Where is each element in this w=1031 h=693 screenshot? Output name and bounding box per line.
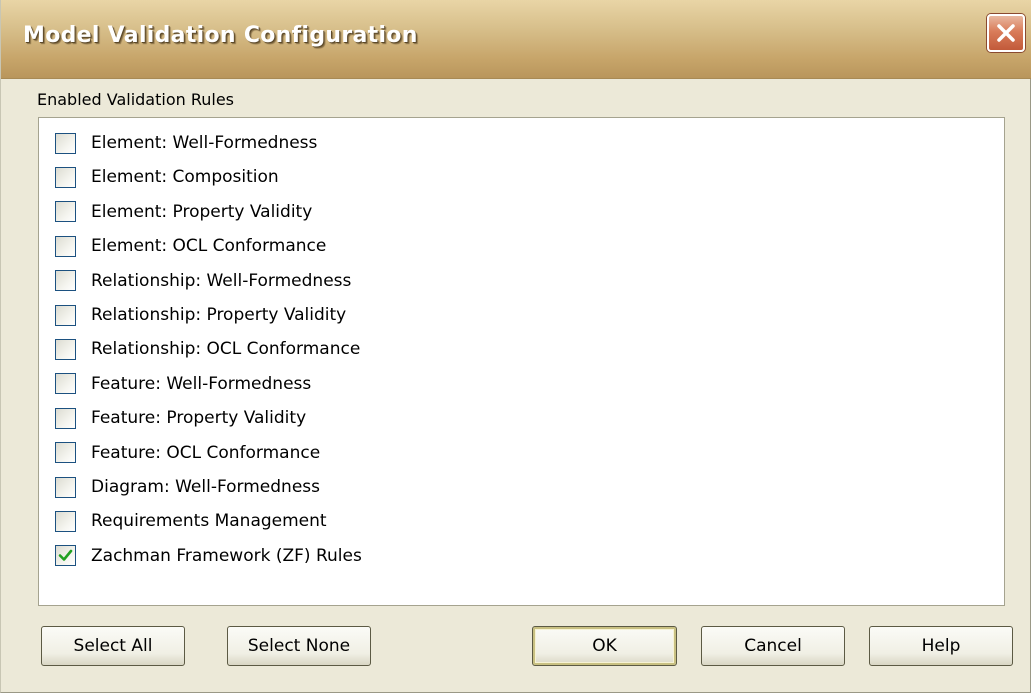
rule-checkbox[interactable] [55, 166, 76, 188]
rule-item[interactable]: Zachman Framework (ZF) Rules [55, 539, 362, 573]
rule-label: Feature: Well-Formedness [91, 373, 312, 394]
validation-rules-list[interactable]: Element: Well-Formedness Element: Composi… [38, 117, 1005, 606]
rule-label: Feature: OCL Conformance [91, 442, 321, 463]
close-icon [997, 24, 1015, 42]
ok-button[interactable]: OK [532, 626, 677, 666]
rule-checkbox[interactable] [55, 132, 76, 154]
rule-checkbox[interactable] [55, 545, 76, 567]
rule-item[interactable]: Element: Property Validity [55, 195, 312, 229]
rule-label: Feature: Property Validity [91, 408, 307, 429]
rule-label: Relationship: Property Validity [91, 305, 347, 325]
rule-label: Element: Property Validity [91, 201, 313, 222]
rule-item[interactable]: Relationship: Well-Formedness [55, 264, 351, 298]
rule-item[interactable]: Diagram: Well-Formedness [55, 470, 320, 504]
group-label: Enabled Validation Rules [37, 90, 234, 109]
rule-checkbox[interactable] [55, 338, 76, 360]
window-title: Model Validation Configuration [23, 23, 418, 48]
rule-label: Diagram: Well-Formedness [91, 477, 320, 497]
rule-checkbox[interactable] [55, 270, 76, 292]
rule-item[interactable]: Element: OCL Conformance [55, 229, 326, 263]
rule-item[interactable]: Feature: Well-Formedness [55, 367, 311, 401]
dialog-window: Model Validation Configuration Enabled V… [0, 0, 1031, 693]
rule-checkbox[interactable] [55, 442, 76, 464]
rule-label: Element: Well-Formedness [91, 133, 318, 153]
rule-checkbox[interactable] [55, 201, 76, 223]
select-all-button[interactable]: Select All [41, 626, 185, 666]
checkmark-icon [58, 549, 73, 562]
rule-label: Relationship: Well-Formedness [91, 270, 352, 291]
rule-checkbox[interactable] [55, 407, 76, 429]
help-button[interactable]: Help [869, 626, 1013, 666]
rule-item[interactable]: Requirements Management [55, 504, 327, 538]
select-none-button[interactable]: Select None [227, 626, 371, 666]
rule-label: Requirements Management [91, 511, 327, 532]
rule-checkbox[interactable] [55, 510, 76, 532]
rule-label: Element: OCL Conformance [91, 236, 327, 257]
rule-item[interactable]: Feature: Property Validity [55, 401, 306, 435]
rule-checkbox[interactable] [55, 235, 76, 257]
rule-checkbox[interactable] [55, 304, 76, 326]
rule-item[interactable]: Element: Well-Formedness [55, 126, 317, 160]
rule-checkbox[interactable] [55, 373, 76, 395]
cancel-button[interactable]: Cancel [701, 626, 845, 666]
rule-item[interactable]: Relationship: OCL Conformance [55, 332, 360, 366]
rule-item[interactable]: Feature: OCL Conformance [55, 436, 320, 470]
rule-label: Element: Composition [91, 167, 279, 188]
rule-label: Zachman Framework (ZF) Rules [91, 545, 362, 566]
close-button[interactable] [987, 14, 1025, 52]
title-bar[interactable]: Model Validation Configuration [1, 0, 1031, 79]
rule-item[interactable]: Element: Composition [55, 160, 279, 194]
rule-item[interactable]: Relationship: Property Validity [55, 298, 346, 332]
rule-label: Relationship: OCL Conformance [91, 339, 361, 360]
rule-checkbox[interactable] [55, 476, 76, 498]
